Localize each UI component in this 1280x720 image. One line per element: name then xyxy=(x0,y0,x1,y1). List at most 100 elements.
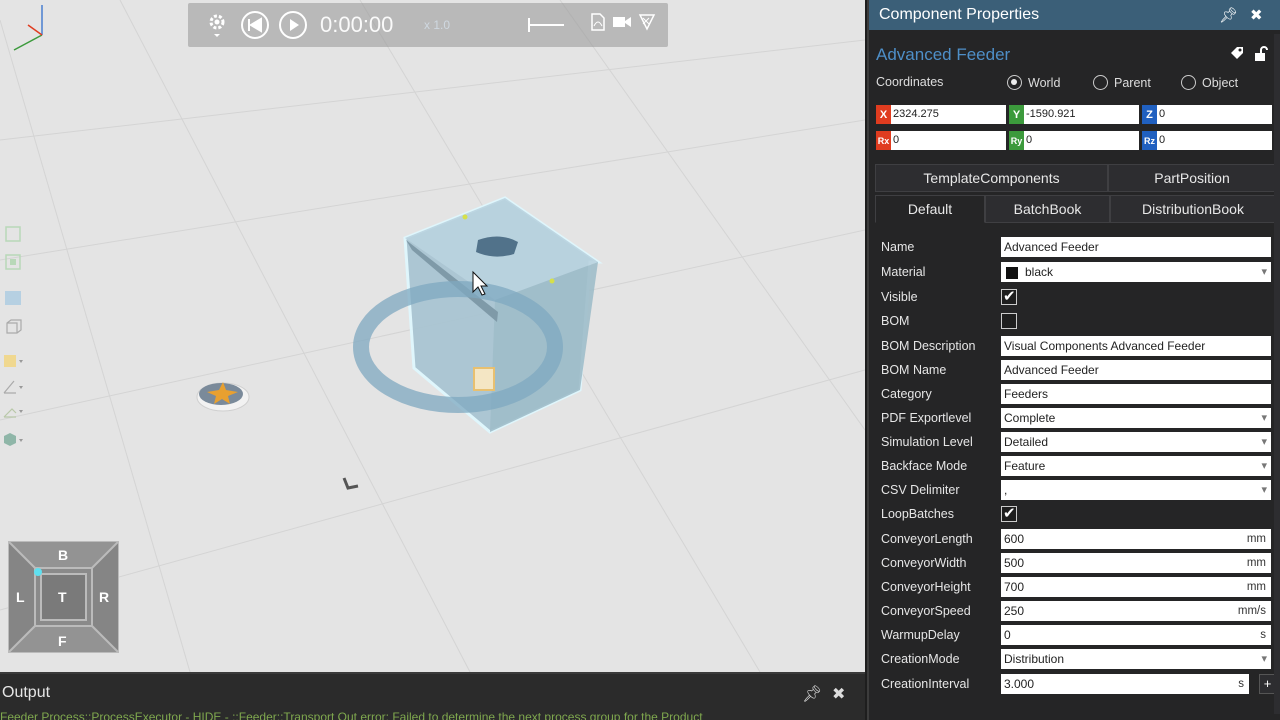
gear-icon[interactable] xyxy=(202,10,232,40)
navcube-top[interactable]: T xyxy=(58,589,67,605)
coord-x-value[interactable]: 2324.275 xyxy=(891,105,1006,124)
pdf-exportlevel-dropdown[interactable]: Complete xyxy=(1001,408,1271,428)
bom-name-field[interactable]: Advanced Feeder xyxy=(1001,360,1271,380)
property-label: BOM Name xyxy=(881,363,947,377)
speed-slider[interactable] xyxy=(528,18,564,32)
bom-description-field[interactable]: Visual Components Advanced Feeder xyxy=(1001,336,1271,356)
3d-viewport[interactable]: 0:00:00 x 1.0 B L T R F xyxy=(0,0,865,672)
part-disc[interactable] xyxy=(196,382,250,412)
coord-ry[interactable]: Ry 0 xyxy=(1009,131,1139,150)
conveyorspeed-field[interactable]: 250 mm/s xyxy=(1001,601,1271,621)
coord-z-value[interactable]: 0 xyxy=(1157,105,1272,124)
material-value: black xyxy=(1025,265,1054,279)
tab-distributionbook[interactable]: DistributionBook xyxy=(1110,195,1276,223)
tab-default[interactable]: Default xyxy=(875,195,985,223)
radio-world-indicator[interactable] xyxy=(1007,75,1022,90)
tab-batchbook[interactable]: BatchBook xyxy=(985,195,1110,223)
close-icon[interactable]: ✖ xyxy=(1250,6,1263,24)
navcube-right[interactable]: R xyxy=(99,589,109,605)
coord-x[interactable]: X 2324.275 xyxy=(876,105,1006,124)
video-camera-icon[interactable] xyxy=(612,13,632,31)
advanced-feeder-model[interactable] xyxy=(353,196,603,434)
conveyorlength-field[interactable]: 600 mm xyxy=(1001,529,1271,549)
name-field[interactable]: Advanced Feeder xyxy=(1001,237,1271,257)
playback-toolbar: 0:00:00 x 1.0 xyxy=(188,3,668,47)
signal-icon[interactable] xyxy=(638,13,656,31)
coord-rx-value[interactable]: 0 xyxy=(891,131,1006,150)
radio-parent[interactable]: Parent xyxy=(1093,75,1151,90)
visible-checkbox[interactable] xyxy=(1001,287,1017,305)
output-panel: Output 📌︎ ✖ Feeder Process::ProcessExecu… xyxy=(0,672,865,720)
render-mode-icon[interactable] xyxy=(2,352,24,370)
property-label: CreationMode xyxy=(881,652,960,666)
csv-delimiter-dropdown[interactable]: , xyxy=(1001,480,1271,500)
property-label: Name xyxy=(881,240,915,254)
play-icon[interactable] xyxy=(278,10,308,40)
pin-icon[interactable]: 📌︎ xyxy=(1219,6,1238,24)
backface-mode-value: Feature xyxy=(1004,459,1046,473)
unlock-icon[interactable] xyxy=(1254,46,1268,62)
cube-display-icon[interactable] xyxy=(2,430,24,448)
simulation-time: 0:00:00 xyxy=(320,12,394,37)
bom-checkbox[interactable] xyxy=(1001,313,1017,329)
coord-rz-value[interactable]: 0 xyxy=(1157,131,1272,150)
property-row-conveyorheight: ConveyorHeight 700 mm xyxy=(876,576,1276,598)
property-row-creationmode: CreationMode Distribution xyxy=(876,648,1276,670)
component-name[interactable]: Advanced Feeder xyxy=(876,45,1010,65)
close-icon[interactable]: ✖ xyxy=(832,684,845,704)
conveyorwidth-value: 500 xyxy=(1004,556,1025,570)
pdf-icon[interactable] xyxy=(590,13,606,31)
tab-templatecomponents[interactable]: TemplateComponents xyxy=(875,164,1108,192)
measure-icon[interactable] xyxy=(2,377,24,395)
radio-parent-indicator[interactable] xyxy=(1093,75,1108,90)
coord-y-value[interactable]: -1590.921 xyxy=(1024,105,1139,124)
simulation-level-value: Detailed xyxy=(1004,435,1049,449)
output-title: Output xyxy=(2,684,51,701)
pin-icon[interactable]: 📌︎ xyxy=(802,684,822,704)
backface-mode-dropdown[interactable]: Feature xyxy=(1001,456,1271,476)
speed-factor[interactable]: x 1.0 xyxy=(424,18,454,32)
radio-world[interactable]: World xyxy=(1007,75,1060,90)
navcube-back[interactable]: B xyxy=(58,547,68,563)
snap-icon[interactable] xyxy=(2,401,24,419)
radio-object[interactable]: Object xyxy=(1181,75,1238,90)
creationinterval-field[interactable]: 3.000 s xyxy=(1001,674,1249,694)
name-value: Advanced Feeder xyxy=(1004,240,1099,254)
coord-z[interactable]: Z 0 xyxy=(1142,105,1272,124)
property-row-bom: BOM xyxy=(876,310,1276,332)
rewind-icon[interactable] xyxy=(240,10,270,40)
bom-description-value: Visual Components Advanced Feeder xyxy=(1004,339,1206,353)
frame-marker[interactable] xyxy=(342,477,359,490)
creationmode-dropdown[interactable]: Distribution xyxy=(1001,649,1271,669)
coord-y[interactable]: Y -1590.921 xyxy=(1009,105,1139,124)
conveyorlength-unit: mm xyxy=(1246,533,1266,545)
tag-icon[interactable] xyxy=(1230,46,1244,60)
tab-partposition[interactable]: PartPosition xyxy=(1108,164,1276,192)
property-label: LoopBatches xyxy=(881,507,954,521)
loopbatches-checkbox[interactable] xyxy=(1001,504,1017,522)
coord-ry-value[interactable]: 0 xyxy=(1024,131,1139,150)
conveyorlength-value: 600 xyxy=(1004,532,1025,546)
perspective-icon[interactable] xyxy=(2,318,24,336)
property-label: Simulation Level xyxy=(881,435,973,449)
material-swatch xyxy=(1006,266,1018,279)
conveyorwidth-unit: mm xyxy=(1246,557,1266,569)
warmupdelay-value: 0 xyxy=(1004,628,1011,642)
warmupdelay-field[interactable]: 0s xyxy=(1001,625,1271,645)
fit-selection-icon[interactable] xyxy=(2,253,24,271)
scrollbar[interactable] xyxy=(1274,34,1280,714)
coord-rx[interactable]: Rx 0 xyxy=(876,131,1006,150)
coord-rz[interactable]: Rz 0 xyxy=(1142,131,1272,150)
simulation-level-dropdown[interactable]: Detailed xyxy=(1001,432,1271,452)
navcube-front[interactable]: F xyxy=(58,633,67,649)
navigation-cube[interactable]: B L T R F xyxy=(5,538,122,656)
scene-canvas[interactable] xyxy=(0,0,865,672)
category-field[interactable]: Feeders xyxy=(1001,384,1271,404)
conveyorheight-field[interactable]: 700 mm xyxy=(1001,577,1271,597)
radio-object-indicator[interactable] xyxy=(1181,75,1196,90)
fit-all-icon[interactable] xyxy=(2,225,24,243)
navcube-left[interactable]: L xyxy=(16,589,25,605)
view-mode-icon[interactable] xyxy=(2,289,24,307)
material-dropdown[interactable]: black xyxy=(1001,262,1271,282)
conveyorwidth-field[interactable]: 500 mm xyxy=(1001,553,1271,573)
